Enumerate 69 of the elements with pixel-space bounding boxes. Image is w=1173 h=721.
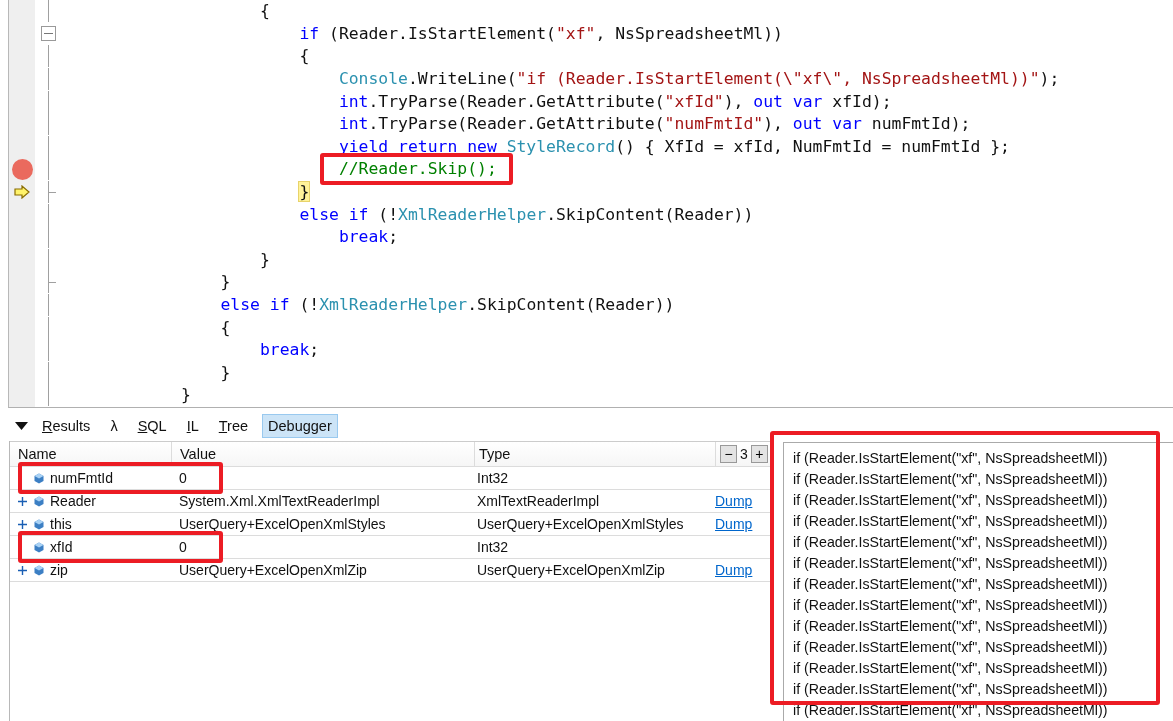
output-line: if (Reader.IsStartElement("xf", NsSpreadsheetMl)) [793,617,1109,636]
code-line: { [220,317,231,337]
variable-type: Int32 [476,470,510,486]
output-line: if (Reader.IsStartElement("xf", NsSpreadsheetMl)) [793,575,1109,594]
variable-type: Int32 [476,539,510,555]
dump-link[interactable]: Dump [715,562,753,578]
collapse-icon[interactable] [41,26,56,42]
code-line: Console.WriteLine("if (Reader.IsStartElement(\"xf\", NsSpreadsheetMl))"); [338,69,1060,89]
variable-icon [34,541,44,553]
code-line: break; [338,227,399,247]
code-line: } [220,272,231,292]
output-line: if (Reader.IsStartElement("xf", NsSpreadsheetMl)) [793,512,1109,531]
decrease-depth-button[interactable]: − [720,445,737,463]
tab[interactable]: Tree [212,414,255,438]
expand-icon[interactable] [18,565,27,575]
variable-value: 0 [178,539,188,555]
code-line: } [181,385,191,405]
tab[interactable]: SQL [131,414,173,438]
variable-type: XmlTextReaderImpl [476,493,601,509]
tab[interactable]: IL [180,414,205,438]
collapse-panel-icon[interactable] [15,421,28,431]
code-line: else if (!XmlReaderHelper.SkipContent(Reader)) [299,204,754,224]
variable-type: UserQuery+ExcelOpenXmlStyles [476,516,685,532]
variable-value: UserQuery+ExcelOpenXmlZip [178,562,368,578]
output-line: if (Reader.IsStartElement("xf", NsSpreadsheetMl)) [793,449,1109,468]
code-line: else if (!XmlReaderHelper.SkipContent(Reader)) [220,295,675,314]
output-line: if (Reader.IsStartElement("xf", NsSpreadsheetMl)) [793,596,1109,615]
output-line: if (Reader.IsStartElement("xf", NsSpreadsheetMl)) [793,554,1109,573]
variable-icon [34,564,44,576]
expand-icon[interactable] [18,496,27,506]
code-line: if (Reader.IsStartElement("xf", NsSpreadsheetMl)) [299,23,783,43]
tab[interactable]: Results [36,414,97,438]
depth-value: 3 [740,446,748,462]
variable-type: UserQuery+ExcelOpenXmlZip [476,562,666,578]
variable-name: xfId [50,539,73,555]
tab[interactable]: Debugger [262,414,338,438]
dump-link[interactable]: Dump [715,516,753,532]
column-header: Name [10,442,172,466]
code-line: { [299,46,310,66]
variable-name: zip [50,562,68,578]
output-line: if (Reader.IsStartElement("xf", NsSpreadsheetMl)) [793,659,1109,678]
code-line: yield return new StyleRecord() { XfId = xfId, NumFmtId = numFmtId }; [338,136,1010,156]
variable-name: numFmtId [50,470,113,486]
code-line: //Reader.Skip(); [338,159,497,179]
dump-link[interactable]: Dump [715,493,753,509]
tab[interactable]: λ [104,414,124,438]
variable-value: UserQuery+ExcelOpenXmlStyles [178,516,387,532]
column-header: Value [172,442,475,466]
output-line: if (Reader.IsStartElement("xf", NsSpreadsheetMl)) [793,470,1109,489]
increase-depth-button[interactable]: + [750,445,768,463]
code-line: break; [259,340,320,360]
code-line: } [220,362,231,382]
variable-icon [34,472,44,484]
code-line: int.TryParse(Reader.GetAttribute("xfId"), out var xfId); [338,91,892,111]
code-line: } [259,249,270,269]
output-line: if (Reader.IsStartElement("xf", NsSpreadsheetMl)) [793,533,1109,552]
variable-icon [34,518,44,530]
variable-value: 0 [178,470,188,486]
variable-name: Reader [50,493,96,509]
column-header: Type [475,442,716,466]
variable-name: this [50,516,72,532]
output-line: if (Reader.IsStartElement("xf", NsSpreadsheetMl)) [793,680,1109,699]
output-line: if (Reader.IsStartElement("xf", NsSpreadsheetMl)) [793,491,1109,510]
expand-icon[interactable] [18,519,27,529]
code-line: { [259,1,270,21]
code-line: int.TryParse(Reader.GetAttribute("numFmtId"), out var numFmtId); [338,114,971,134]
variable-value: System.Xml.XmlTextReaderImpl [178,493,381,509]
output-line: if (Reader.IsStartElement("xf", NsSpreadsheetMl)) [793,638,1109,657]
variable-icon [34,495,44,507]
